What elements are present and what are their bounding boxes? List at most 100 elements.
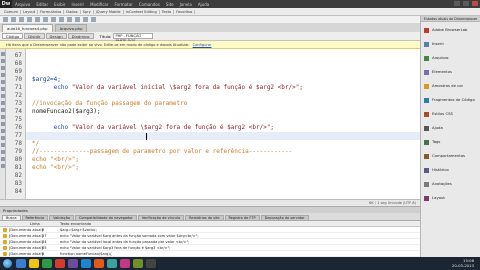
panel-item-1[interactable]: Inserir [424,40,444,48]
taskbar-app-5[interactable] [81,259,91,268]
taskbar-app-9[interactable] [133,259,143,268]
format-source-icon[interactable] [1,164,5,168]
system-clock[interactable]: 15:08 20-03-2013 [452,258,474,268]
menu-7[interactable]: Site [163,2,177,7]
insert-tab-0[interactable]: Comum [2,9,21,14]
expand-all-icon[interactable] [1,66,5,70]
date-icon[interactable] [59,17,64,22]
menu-3[interactable]: Inserir [68,2,87,7]
link-icon[interactable] [3,17,8,22]
code-editor[interactable]: $arg2=4; echo "Valor da variável inicial… [26,49,420,199]
panel-label: Layout [432,195,445,200]
email-icon[interactable] [11,17,16,22]
insert-tab-6[interactable]: InContext Editing [124,9,160,14]
template-icon[interactable] [91,17,96,22]
outdent-code-icon[interactable] [1,157,5,161]
taskbar-app-8[interactable] [120,259,130,268]
panel-icon [424,27,429,33]
maximize-button[interactable] [463,1,469,6]
view-button-1[interactable]: Dividir [24,33,45,39]
taskbar-app-3[interactable] [55,259,65,268]
taskbar-app-6[interactable] [94,259,104,268]
panel-item-8[interactable]: Tags [424,138,440,146]
balance-braces-icon[interactable] [1,80,5,84]
apply-comment-icon[interactable] [1,115,5,119]
document-tab-0[interactable]: aula16_funcoes4.php [2,24,53,32]
menu-8[interactable]: Janela [177,2,195,7]
taskbar-app-4[interactable] [68,259,78,268]
properties-panel-header[interactable]: Propriedades [0,206,420,213]
info-bar-link[interactable]: Configurar [193,43,212,47]
line-number: 79 [14,148,22,155]
insert-tab-3[interactable]: Dados [64,9,81,14]
panel-item-12[interactable]: Layout [424,194,445,202]
insert-tab-8[interactable]: Favoritos [174,9,196,14]
panel-item-3[interactable]: Elementos [424,68,452,76]
script-icon[interactable] [83,17,88,22]
table-icon[interactable] [27,17,32,22]
view-button-3[interactable]: Dinâmico [67,33,94,39]
taskbar-app-2[interactable] [42,259,52,268]
line-numbers-icon[interactable] [1,87,5,91]
start-button[interactable] [3,259,12,268]
view-button-0[interactable]: Código [2,33,24,39]
panel-item-9[interactable]: Comportamentos [424,152,465,160]
properties-title: Propriedades [3,207,28,213]
head-icon[interactable] [75,17,80,22]
panel-item-11[interactable]: Anotações [424,180,452,188]
menu-5[interactable]: Formatar [112,2,136,7]
insert-tab-7[interactable]: Texto [160,9,175,14]
panel-item-10[interactable]: Histórico [424,166,449,174]
dreamweaver-logo: Dw [0,0,12,8]
image-icon[interactable] [43,17,48,22]
menu-2[interactable]: Exibir [51,2,68,7]
menu-6[interactable]: Comandos [136,2,163,7]
panel-item-5[interactable]: Fragmentos de Código [424,96,475,104]
panel-item-4[interactable]: Amostras de cor [424,82,463,90]
collapse-tag-icon[interactable] [1,59,5,63]
media-icon[interactable] [51,17,56,22]
comment-icon[interactable] [67,17,72,22]
remove-comment-icon[interactable] [1,122,5,126]
syntax-error-icon[interactable] [1,108,5,112]
div-icon[interactable] [35,17,40,22]
line-number: 84 [14,188,22,195]
taskbar-app-7[interactable] [107,259,117,268]
view-buttons: Código Dividir Design Dinâmico [2,33,94,39]
insert-tab-4[interactable]: Spry [81,9,94,14]
panel-icon [424,139,429,145]
taskbar-app-0[interactable] [16,259,26,268]
title-input[interactable]: PHP - FUNÇÃO PARTE DOS [113,33,154,43]
select-parent-tag-icon[interactable] [1,73,5,77]
insert-tab-2[interactable]: Formulários [38,9,65,14]
panel-label: Inserir [432,41,445,46]
insert-tab-5[interactable]: jQuery Mobile [94,9,124,14]
taskbar-app-1[interactable] [29,259,39,268]
menu-9[interactable]: Ajuda [195,2,212,7]
code-token: $arg2=4; [32,76,61,83]
close-button[interactable] [472,1,478,6]
file-icon [3,228,7,232]
move-css-icon[interactable] [1,143,5,147]
panel-item-0[interactable]: Adobe BrowserLab [424,26,467,34]
recent-snippets-icon[interactable] [1,136,5,140]
menu-0[interactable]: Arquivo [12,2,33,7]
taskbar-app-10[interactable] [146,259,156,268]
panel-item-7[interactable]: Ajuda [424,124,443,132]
open-documents-icon[interactable] [1,52,5,56]
line-number: 81 [14,164,22,171]
menu-4[interactable]: Modificar [87,2,111,7]
minimize-button[interactable] [454,1,460,6]
anchor-icon[interactable] [19,17,24,22]
document-tab-1[interactable]: Arquivo.php [54,24,88,32]
panel-item-6[interactable]: Estilos CSS [424,110,453,118]
wrap-tag-icon[interactable] [1,129,5,133]
word-wrap-icon[interactable] [1,101,5,105]
menu-1[interactable]: Editar [33,2,51,7]
insert-tab-1[interactable]: Layout [21,9,39,14]
highlight-invalid-icon[interactable] [1,94,5,98]
indent-code-icon[interactable] [1,150,5,154]
workspace-label[interactable]: Estados atuais do Dreamweaver [424,16,477,22]
panel-item-2[interactable]: Arquivos [424,54,449,62]
view-button-2[interactable]: Design [45,33,67,39]
